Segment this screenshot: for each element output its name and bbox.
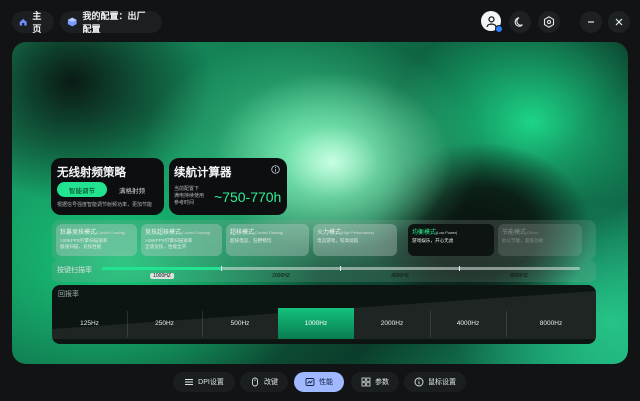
mode-title: 竞技超核模式 (145, 230, 182, 236)
report-rate-option[interactable]: 1000Hz (278, 308, 354, 339)
status-dot (495, 25, 503, 33)
mouse-icon (252, 377, 258, 387)
mode-tag: (Corded Gaming) (254, 231, 284, 235)
scan-rate-option[interactable]: 2000HZ (272, 273, 290, 279)
top-bar: 主页 我的配置：出厂配置 (0, 0, 640, 42)
mode-tag: (Low Power) (436, 231, 458, 235)
moon-icon (514, 17, 523, 27)
mode-desc: 极速扫描、竞技性能 (60, 244, 102, 249)
scan-rate-option[interactable]: 1000HZ (150, 273, 174, 279)
info-circle-icon (414, 377, 424, 387)
wireless-title: 无线射频策略 (57, 167, 126, 179)
dock-mouse-label: 鼠标设置 (428, 379, 456, 386)
home-icon (19, 18, 27, 26)
battery-note: 当前配置下 满电持续使用 参考时间 (174, 186, 205, 206)
mode-berserk[interactable]: 狂暴竞技模式(Corded Gaming) >20KFPS引擎扫描速率 极速扫描… (56, 224, 137, 256)
report-rate-option[interactable]: 8000Hz (506, 308, 596, 339)
gear-icon (543, 16, 555, 28)
mode-title: 节能模式 (502, 230, 527, 236)
cube-icon (67, 17, 77, 27)
mode-title: 狂暴竞技模式 (60, 230, 97, 236)
config-label: 我的配置：出厂配置 (82, 11, 146, 34)
user-avatar[interactable] (481, 11, 503, 33)
key-scan-rate: 按键扫描率 1000HZ 2000HZ 4000HZ 8000HZ (52, 260, 596, 282)
mode-title: 超核模式 (230, 230, 255, 236)
report-rate-option[interactable]: 2000Hz (354, 308, 430, 339)
dock-params-button[interactable]: 参数 (351, 372, 399, 392)
slider-tick (340, 266, 341, 271)
mode-desc: 游戏娱乐，开心无虑 (412, 238, 454, 243)
scan-rate-option[interactable]: 8000HZ (510, 273, 528, 279)
home-label: 主页 (32, 11, 42, 34)
report-rate-panel: 回报率 125Hz 250Hz 500Hz 1000Hz 2000Hz 4000… (52, 285, 596, 344)
scan-rate-fill (102, 267, 222, 270)
dock-dpi-label: DPI设置 (198, 379, 224, 386)
report-rate-option[interactable]: 125Hz (52, 308, 127, 339)
wireless-strategy-card: 无线射频策略 智能调节 满格射频 根据信号强度智能调节射频功率，更加节能 (51, 158, 164, 215)
performance-icon (305, 378, 315, 386)
mode-selector: 狂暴竞技模式(Corded Gaming) >20KFPS引擎扫描速率 极速扫描… (52, 220, 596, 260)
wireless-note: 根据信号强度智能调节射频功率，更加节能 (57, 202, 153, 208)
dock-performance-label: 性能 (319, 379, 333, 386)
report-rate-option[interactable]: 500Hz (202, 308, 278, 339)
battery-value: ~750-770h (214, 189, 282, 205)
key-scan-label: 按键扫描率 (57, 267, 92, 274)
config-button[interactable]: 我的配置：出厂配置 (60, 11, 162, 34)
mode-desc: 超核电竞，狂野畅玩 (230, 238, 272, 243)
mode-tag: (Office) (526, 231, 539, 235)
report-rate-option[interactable]: 4000Hz (430, 308, 506, 339)
slider-tick (459, 266, 460, 271)
mode-title: 均衡模式 (412, 230, 437, 236)
sliders-icon (185, 379, 194, 385)
mode-firepower[interactable]: 火力模式(High Performance) 电竞游戏，较高续航 (313, 224, 397, 256)
settings-button[interactable] (538, 11, 560, 33)
slider-tick (221, 266, 222, 271)
mode-tag: (High Performance) (341, 231, 375, 235)
mode-eco[interactable]: 节能模式(Office) 办公节能，超低功耗 (498, 224, 582, 256)
full-signal-button[interactable]: 满格射频 (111, 182, 153, 197)
dock-mouse-settings-button[interactable]: 鼠标设置 (404, 372, 466, 392)
mode-desc: 电竞游戏，较高续航 (317, 238, 359, 243)
dock-keys-button[interactable]: 改键 (240, 372, 288, 392)
mode-title: 火力模式 (317, 230, 342, 236)
grid-icon (361, 377, 371, 387)
mode-balanced[interactable]: 均衡模式(Low Power) 游戏娱乐，开心无虑 (408, 224, 494, 256)
dock-params-label: 参数 (375, 379, 389, 386)
mode-core[interactable]: 超核模式(Corded Gaming) 超核电竞，狂野畅玩 (226, 224, 309, 256)
mode-desc: 全速竞技，性能全开 (145, 244, 187, 249)
info-icon[interactable] (271, 165, 280, 174)
theme-toggle-button[interactable] (509, 11, 531, 33)
performance-panel: 无线射频策略 智能调节 满格射频 根据信号强度智能调节射频功率，更加节能 续航计… (12, 42, 628, 364)
close-icon (615, 18, 623, 26)
dock-dpi-button[interactable]: DPI设置 (173, 372, 235, 392)
mode-tag: (Corded Gaming) (181, 231, 211, 235)
minimize-icon (588, 21, 594, 23)
dock-keys-label: 改键 (264, 379, 278, 386)
close-button[interactable] (608, 11, 630, 33)
smart-adjust-button[interactable]: 智能调节 (57, 182, 107, 197)
app-window: 主页 我的配置：出厂配置 无线射频策略 智能调节 满格射频 根据信号强度智能调节… (0, 0, 640, 401)
mode-desc: 办公节能，超低功耗 (502, 238, 544, 243)
minimize-button[interactable] (580, 11, 602, 33)
mode-tag: (Corded Gaming) (96, 231, 126, 235)
scan-rate-option[interactable]: 4000HZ (391, 273, 409, 279)
battery-title: 续航计算器 (174, 167, 232, 179)
mode-competitive-core[interactable]: 竞技超核模式(Corded Gaming) >15KFPS引擎扫描速率 全速竞技… (141, 224, 222, 256)
battery-calculator-card: 续航计算器 当前配置下 满电持续使用 参考时间 ~750-770h (169, 158, 287, 215)
report-rate-label: 回报率 (58, 291, 79, 298)
home-button[interactable]: 主页 (12, 11, 54, 34)
report-rate-option[interactable]: 250Hz (127, 308, 202, 339)
dock-performance-button[interactable]: 性能 (294, 372, 344, 392)
